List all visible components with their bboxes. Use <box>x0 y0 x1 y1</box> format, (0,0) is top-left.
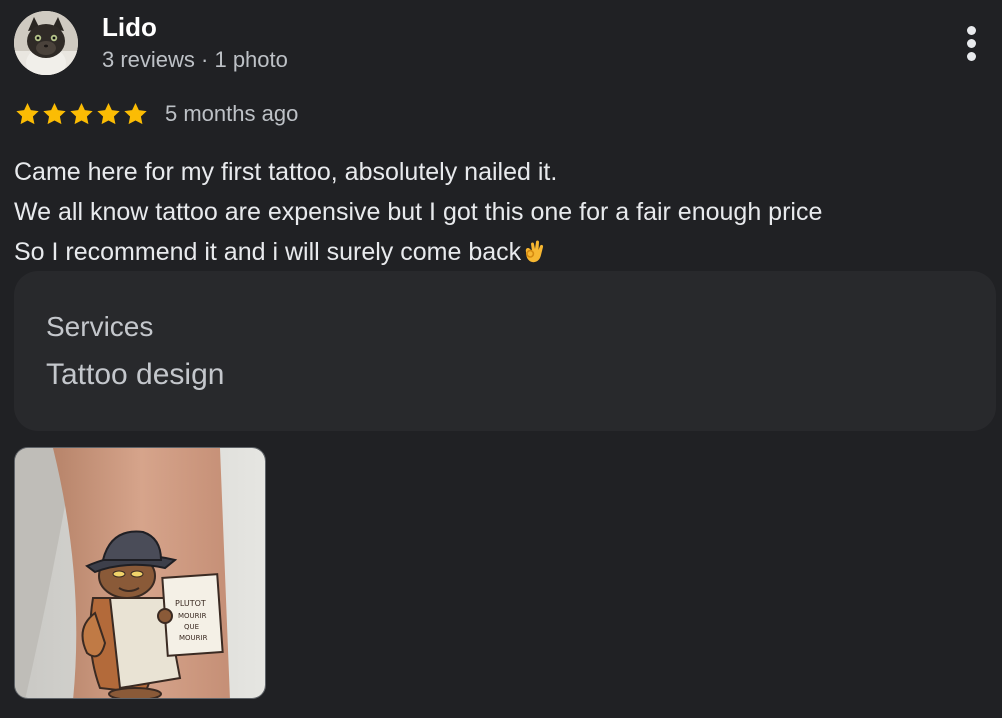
review-text: Came here for my first tattoo, absolutel… <box>14 152 984 276</box>
star-icon <box>68 101 95 127</box>
services-title: Services <box>46 311 154 342</box>
sign-line: MOURIR <box>179 634 208 642</box>
sign-line: PLUTOT <box>175 599 206 608</box>
review-line-text: So I recommend it and i will surely come… <box>14 238 522 266</box>
avatar[interactable] <box>14 11 78 75</box>
sign-line: QUE <box>184 623 199 631</box>
ok-hand-emoji-icon <box>522 236 546 276</box>
tattoo-photo-image: PLUTOT MOURIR QUE MOURIR <box>15 448 265 698</box>
review-line: Came here for my first tattoo, absolutel… <box>14 158 558 186</box>
author-meta: 3 reviews · 1 photo <box>102 47 288 72</box>
star-icon <box>122 101 149 127</box>
star-icon <box>14 101 41 127</box>
more-options-button[interactable] <box>956 24 988 64</box>
rating-row: 5 months ago <box>14 99 298 129</box>
review-photo[interactable]: PLUTOT MOURIR QUE MOURIR <box>14 447 266 699</box>
services-card: Services Tattoo design <box>14 271 996 431</box>
services-value: Tattoo design <box>46 358 225 391</box>
star-icon <box>95 101 122 127</box>
sign-line: MOURIR <box>178 612 207 620</box>
star-rating <box>14 101 149 127</box>
star-icon <box>41 101 68 127</box>
review-line: So I recommend it and i will surely come… <box>14 232 984 276</box>
review-line: We all know tattoo are expensive but I g… <box>14 198 823 226</box>
author-name[interactable]: Lido <box>102 11 157 43</box>
more-vert-icon-dot <box>967 39 976 48</box>
cat-avatar-icon <box>14 11 78 75</box>
more-vert-icon <box>967 26 976 35</box>
review-card: Lido 3 reviews · 1 photo 5 months ago Ca… <box>0 0 1002 718</box>
review-date: 5 months ago <box>165 101 299 126</box>
more-vert-icon-dot <box>967 52 976 61</box>
